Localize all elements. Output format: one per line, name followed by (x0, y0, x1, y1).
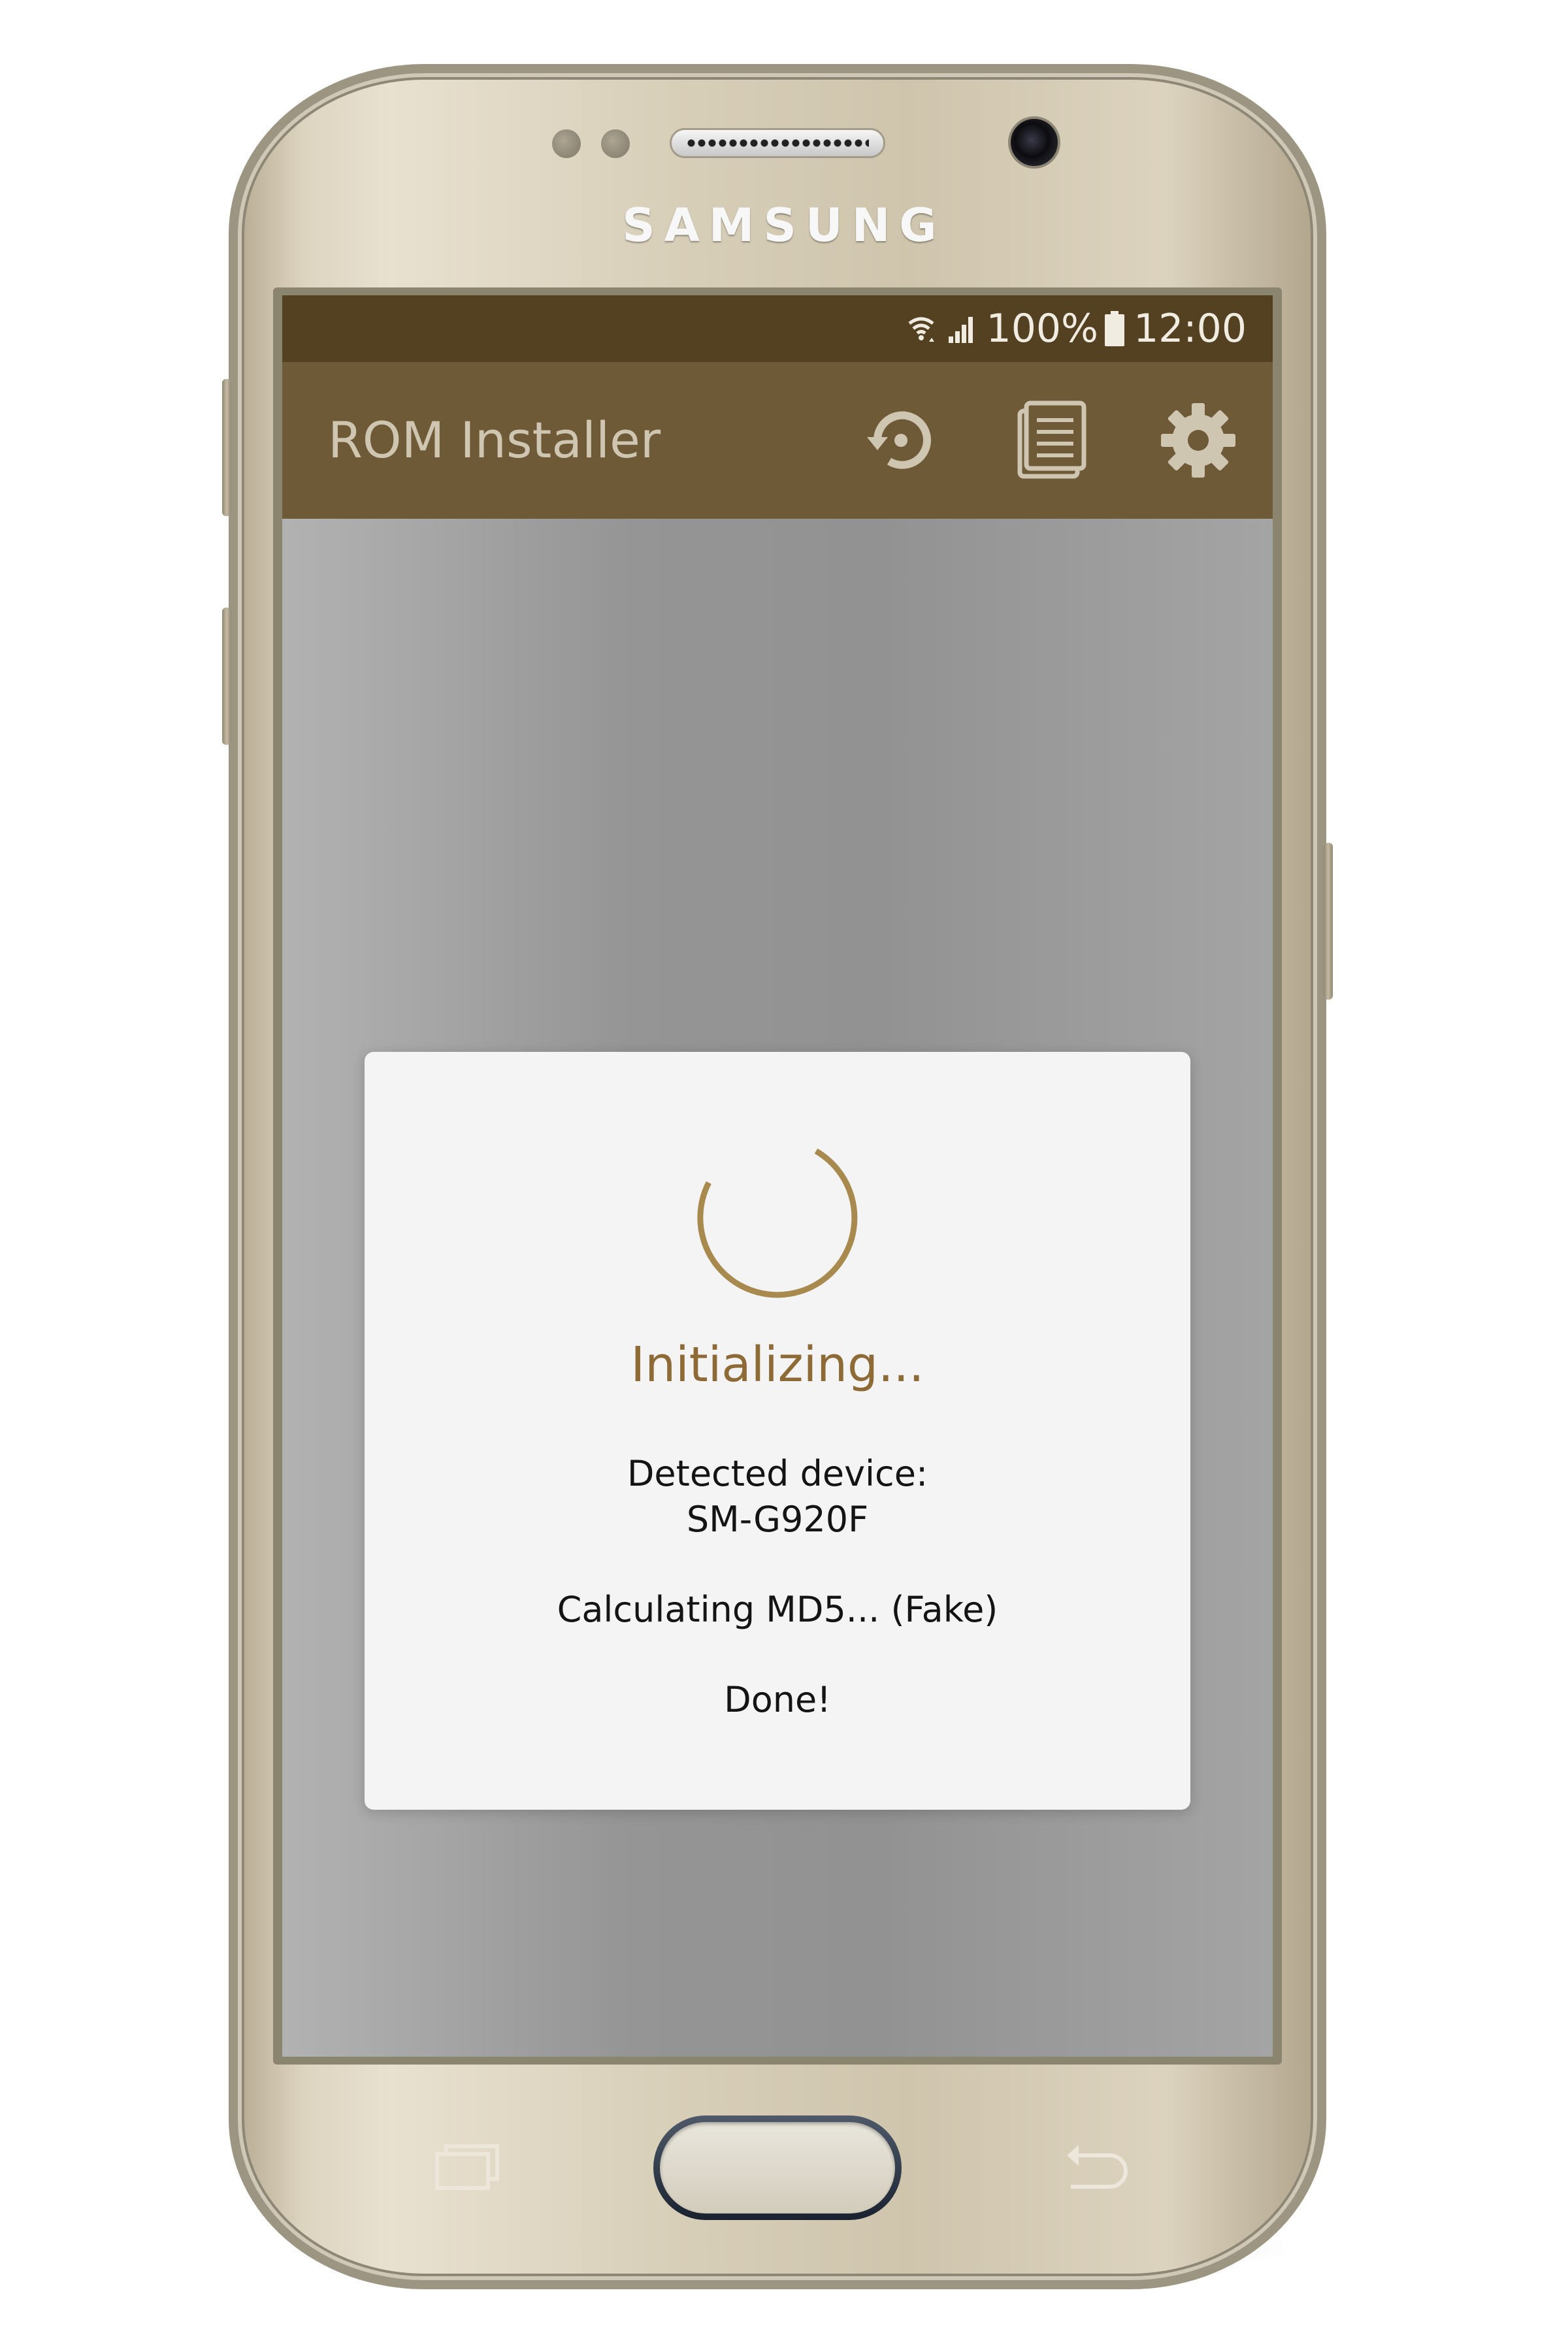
app-bar: ROM Installer (282, 362, 1273, 519)
screenshot-stage: SAMSUNG 100% 12:00 ROM Installer Initial… (0, 0, 1568, 2352)
md5-status: Calculating MD5... (Fake) (557, 1589, 998, 1630)
home-button[interactable] (653, 2115, 902, 2220)
wifi-icon (906, 312, 937, 346)
progress-dialog: Initializing... Detected device: SM-G920… (365, 1052, 1190, 1810)
back-icon[interactable] (1054, 2136, 1133, 2195)
battery-icon (1105, 311, 1125, 346)
status-time: 12:00 (1134, 306, 1247, 351)
loading-spinner-icon (697, 1148, 858, 1298)
done-status: Done! (724, 1679, 831, 1720)
settings-icon[interactable] (1152, 395, 1244, 486)
proximity-sensor (552, 129, 581, 158)
earpiece-speaker (670, 128, 885, 158)
power-button[interactable] (1324, 843, 1333, 1000)
content-scrim[interactable]: Initializing... Detected device: SM-G920… (282, 519, 1273, 2057)
device-model: SM-G920F (686, 1499, 869, 1540)
home-button-surface (660, 2122, 895, 2213)
screen: 100% 12:00 ROM Installer Initializing...… (282, 295, 1273, 2057)
volume-up-button[interactable] (222, 379, 231, 516)
brand-logo: SAMSUNG (622, 199, 946, 252)
volume-down-button[interactable] (222, 608, 231, 745)
battery-percent: 100% (986, 306, 1099, 351)
recents-icon[interactable] (429, 2136, 507, 2195)
detected-device-label: Detected device: (627, 1453, 928, 1494)
light-sensor (601, 129, 630, 158)
app-title: ROM Installer (328, 411, 661, 469)
status-bar: 100% 12:00 (282, 295, 1273, 362)
front-camera (1008, 116, 1060, 169)
restore-icon[interactable] (855, 395, 946, 486)
signal-icon (946, 313, 977, 344)
status-icons: 100% 12:00 (906, 295, 1247, 362)
dialog-title: Initializing... (630, 1337, 924, 1393)
log-icon[interactable] (1005, 395, 1096, 486)
